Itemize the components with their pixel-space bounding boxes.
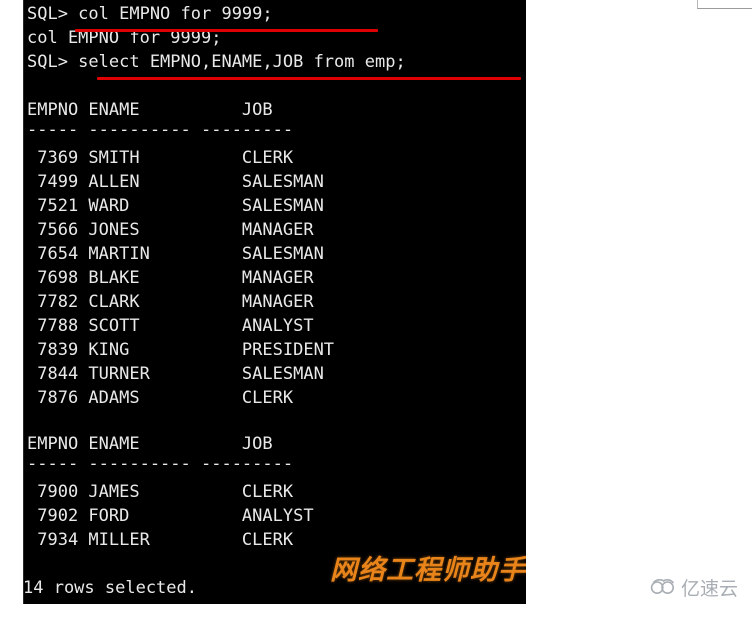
watermark-text: 网络工程师助手 <box>330 555 526 586</box>
terminal-rows-selected: 14 rows selected. <box>23 578 197 598</box>
terminal-row-7566: 7566 JONES MANAGER <box>27 220 314 240</box>
terminal-line-cmd-select: SQL> select EMPNO,ENAME,JOB from emp; <box>27 52 406 72</box>
terminal-line-separator-1: ----- ---------- --------- <box>27 120 294 140</box>
red-underline-col-command <box>75 29 378 32</box>
terminal-row-7844: 7844 TURNER SALESMAN <box>27 364 324 384</box>
terminal-window[interactable]: SQL> col EMPNO for 9999; col EMPNO for 9… <box>23 0 526 604</box>
terminal-line-cmd-col-format: SQL> col EMPNO for 9999; <box>27 4 273 24</box>
terminal-row-7839: 7839 KING PRESIDENT <box>27 340 335 360</box>
terminal-row-7782: 7782 CLARK MANAGER <box>27 292 314 312</box>
terminal-row-7499: 7499 ALLEN SALESMAN <box>27 172 324 192</box>
terminal-row-7788: 7788 SCOTT ANALYST <box>27 316 314 336</box>
site-logo: 亿速云 <box>650 578 738 599</box>
site-logo-text: 亿速云 <box>681 577 739 600</box>
terminal-line-separator-2: ----- ---------- --------- <box>27 454 294 474</box>
red-underline-select-command <box>97 77 521 80</box>
terminal-row-7654: 7654 MARTIN SALESMAN <box>27 244 324 264</box>
terminal-row-7698: 7698 BLAKE MANAGER <box>27 268 314 288</box>
terminal-row-7369: 7369 SMITH CLERK <box>27 148 294 168</box>
cloud-icon <box>650 578 676 599</box>
terminal-row-7902: 7902 FORD ANALYST <box>27 506 314 526</box>
terminal-row-7900: 7900 JAMES CLERK <box>27 482 294 502</box>
window-chrome-fragment <box>697 0 752 9</box>
terminal-row-7521: 7521 WARD SALESMAN <box>27 196 324 216</box>
terminal-left-edge <box>23 0 24 604</box>
terminal-row-7876: 7876 ADAMS CLERK <box>27 388 294 408</box>
terminal-row-7934: 7934 MILLER CLERK <box>27 530 294 550</box>
